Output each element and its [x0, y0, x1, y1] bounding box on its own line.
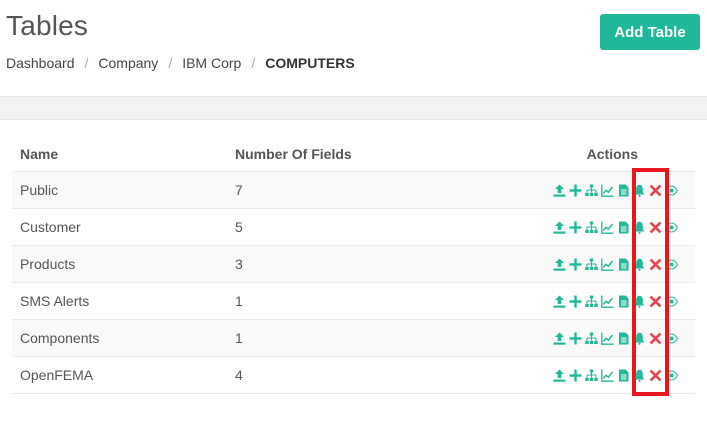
row-name: Components [20, 330, 100, 346]
plus-icon[interactable] [568, 220, 582, 234]
row-number-of-fields: 5 [235, 219, 243, 235]
sitemap-icon[interactable] [584, 294, 598, 308]
document-icon[interactable] [616, 368, 630, 382]
breadcrumb-computers: COMPUTERS [265, 55, 355, 71]
table-header: Name Number Of Fields Actions [12, 136, 695, 172]
table-row: OpenFEMA 4 [12, 357, 695, 394]
sitemap-icon[interactable] [584, 220, 598, 234]
line-chart-icon[interactable] [600, 220, 614, 234]
section-divider-bar [0, 96, 707, 120]
header-name: Name [20, 145, 59, 162]
upload-icon[interactable] [552, 331, 566, 345]
breadcrumb-separator: / [168, 55, 173, 71]
breadcrumb-separator: / [251, 55, 256, 71]
breadcrumb-separator: / [84, 55, 89, 71]
document-icon[interactable] [616, 183, 630, 197]
highlight-box [632, 168, 669, 396]
row-actions [527, 183, 695, 197]
upload-icon[interactable] [552, 183, 566, 197]
table-row: Products 3 [12, 246, 695, 283]
row-actions [527, 257, 695, 271]
row-actions [527, 294, 695, 308]
upload-icon[interactable] [552, 368, 566, 382]
document-icon[interactable] [616, 294, 630, 308]
plus-icon[interactable] [568, 257, 582, 271]
table-row: SMS Alerts 1 [12, 283, 695, 320]
row-name: SMS Alerts [20, 293, 90, 309]
tables-table: Name Number Of Fields Actions Public 7 Cus… [12, 136, 695, 394]
breadcrumb: Dashboard / Company / IBM Corp / COMPUTE… [6, 55, 355, 71]
row-number-of-fields: 3 [235, 256, 243, 272]
row-number-of-fields: 7 [235, 182, 243, 198]
plus-icon[interactable] [568, 331, 582, 345]
row-actions [527, 368, 695, 382]
line-chart-icon[interactable] [600, 368, 614, 382]
breadcrumb-ibm-corp[interactable]: IBM Corp [182, 55, 241, 71]
row-name: Public [20, 182, 59, 198]
row-actions [527, 331, 695, 345]
breadcrumb-dashboard[interactable]: Dashboard [6, 55, 75, 71]
upload-icon[interactable] [552, 294, 566, 308]
sitemap-icon[interactable] [584, 331, 598, 345]
sitemap-icon[interactable] [584, 257, 598, 271]
header-number-of-fields: Number Of Fields [235, 145, 352, 162]
row-name: Products [20, 256, 76, 272]
sitemap-icon[interactable] [584, 183, 598, 197]
row-actions [527, 220, 695, 234]
line-chart-icon[interactable] [600, 331, 614, 345]
add-table-button[interactable]: Add Table [600, 14, 700, 50]
line-chart-icon[interactable] [600, 183, 614, 197]
table-row: Public 7 [12, 172, 695, 209]
plus-icon[interactable] [568, 294, 582, 308]
document-icon[interactable] [616, 331, 630, 345]
row-name: OpenFEMA [20, 367, 94, 383]
table-row: Customer 5 [12, 209, 695, 246]
header-actions: Actions [586, 145, 638, 162]
row-name: Customer [20, 219, 81, 235]
row-number-of-fields: 1 [235, 293, 243, 309]
upload-icon[interactable] [552, 220, 566, 234]
document-icon[interactable] [616, 257, 630, 271]
breadcrumb-company[interactable]: Company [98, 55, 158, 71]
upload-icon[interactable] [552, 257, 566, 271]
plus-icon[interactable] [568, 183, 582, 197]
document-icon[interactable] [616, 220, 630, 234]
page-title: Tables [6, 10, 89, 41]
row-number-of-fields: 4 [235, 367, 243, 383]
sitemap-icon[interactable] [584, 368, 598, 382]
table-body: Public 7 Customer 5 Products 3 SMS Alerts 1 Comp… [12, 172, 695, 394]
line-chart-icon[interactable] [600, 294, 614, 308]
plus-icon[interactable] [568, 368, 582, 382]
line-chart-icon[interactable] [600, 257, 614, 271]
row-number-of-fields: 1 [235, 330, 243, 346]
table-row: Components 1 [12, 320, 695, 357]
